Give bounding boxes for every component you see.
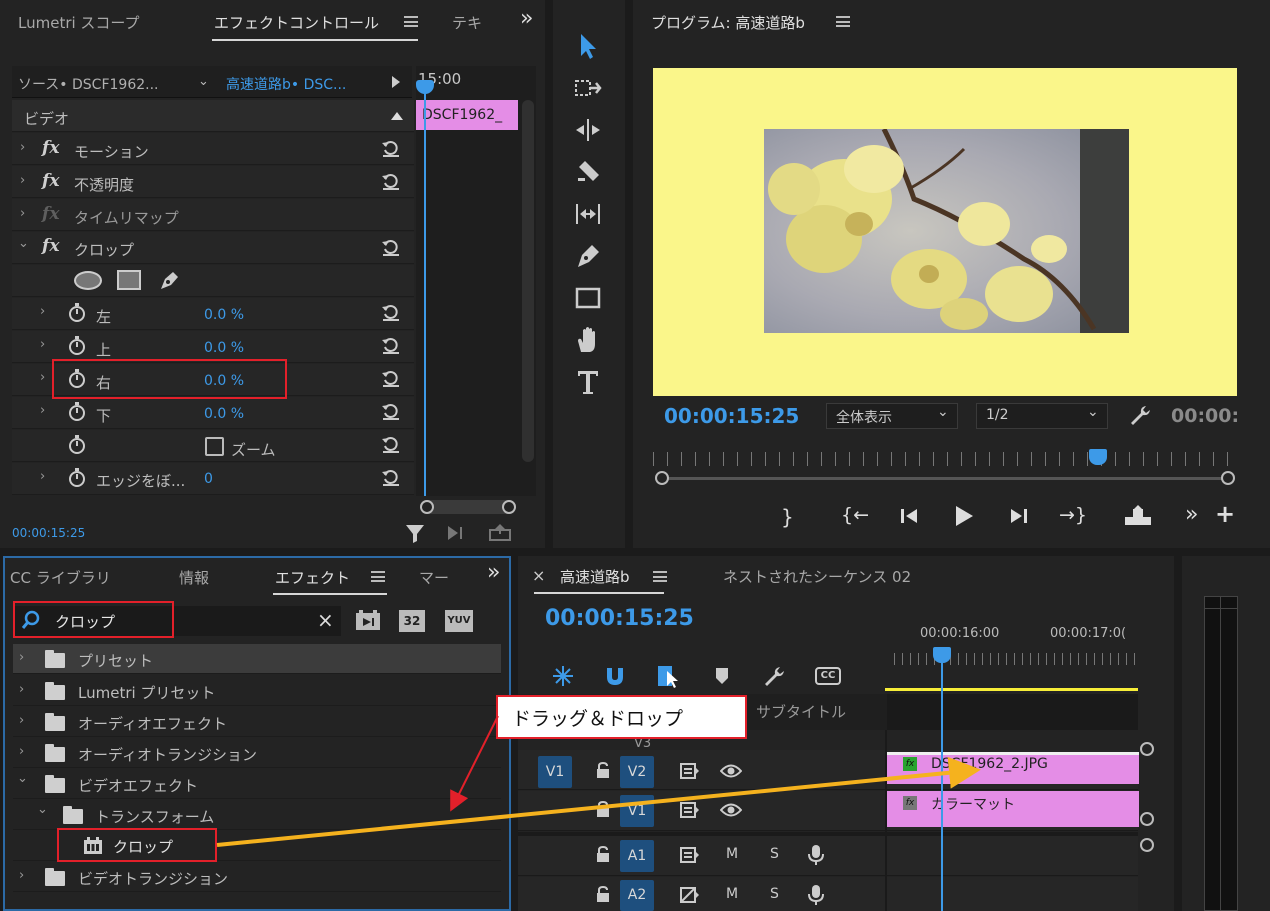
drag-path-arrow — [216, 756, 981, 847]
annotation-arrows — [216, 715, 981, 847]
callout-pointer-arrow — [450, 715, 499, 812]
